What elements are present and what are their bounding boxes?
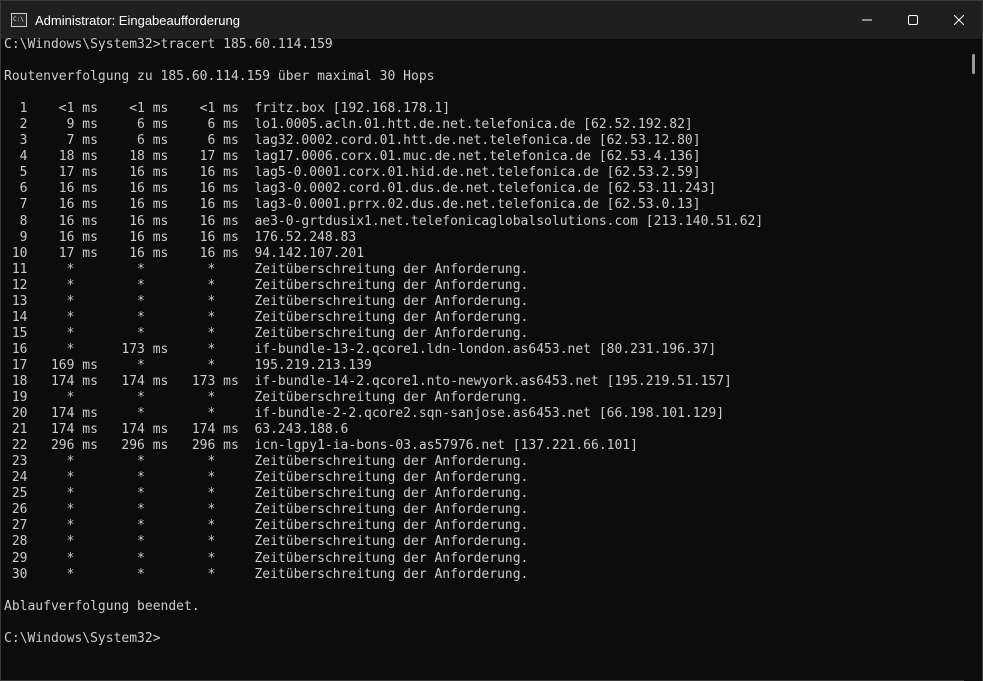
console-line: 6 16 ms 16 ms 16 ms lag3-0.0002.cord.01.… (4, 181, 717, 197)
console-line: 26 * * * Zeitüberschreitung der Anforder… (4, 502, 529, 518)
console-line: 30 * * * Zeitüberschreitung der Anforder… (4, 566, 529, 582)
console-line: 20 174 ms * * if-bundle-2-2.qcore2.sqn-s… (4, 406, 725, 422)
console-line: 21 174 ms 174 ms 174 ms 63.243.188.6 (4, 422, 349, 438)
close-icon (954, 15, 964, 25)
console-line: 11 * * * Zeitüberschreitung der Anforder… (4, 261, 529, 277)
console-line: Ablaufverfolgung beendet. (4, 598, 200, 614)
console-line: Routenverfolgung zu 185.60.114.159 über … (4, 69, 435, 85)
minimize-icon (862, 19, 872, 21)
console-line: 12 * * * Zeitüberschreitung der Anforder… (4, 277, 529, 293)
console-line: 23 * * * Zeitüberschreitung der Anforder… (4, 454, 529, 470)
console-line: 25 * * * Zeitüberschreitung der Anforder… (4, 486, 529, 502)
maximize-button[interactable] (890, 1, 936, 39)
title-bar[interactable]: Administrator: Eingabeaufforderung (1, 1, 982, 39)
console-line: 13 * * * Zeitüberschreitung der Anforder… (4, 293, 529, 309)
console-line: C:\Windows\System32>tracert 185.60.114.1… (4, 37, 333, 52)
console-line: 18 174 ms 174 ms 173 ms if-bundle-14-2.q… (4, 373, 732, 389)
console-line: 9 16 ms 16 ms 16 ms 176.52.248.83 (4, 229, 357, 245)
console-line: 29 * * * Zeitüberschreitung der Anforder… (4, 550, 529, 566)
console-line: 4 18 ms 18 ms 17 ms lag17.0006.corx.01.m… (4, 149, 701, 165)
console-line: 16 * 173 ms * if-bundle-13-2.qcore1.ldn-… (4, 341, 717, 357)
console-line: 22 296 ms 296 ms 296 ms icn-lgpy1-ia-bon… (4, 438, 638, 454)
console-line: 15 * * * Zeitüberschreitung der Anforder… (4, 325, 529, 341)
console-line: 8 16 ms 16 ms 16 ms ae3-0-grtdusix1.net.… (4, 213, 764, 229)
console-output[interactable]: C:\Windows\System32>tracert 185.60.114.1… (4, 37, 964, 677)
scrollbar-thumb[interactable] (972, 54, 975, 74)
cmd-icon[interactable] (11, 13, 27, 27)
console-line: 7 16 ms 16 ms 16 ms lag3-0.0001.prrx.02.… (4, 197, 701, 213)
console-line: 3 7 ms 6 ms 6 ms lag32.0002.cord.01.htt.… (4, 133, 701, 149)
console-line: 19 * * * Zeitüberschreitung der Anforder… (4, 390, 529, 406)
minimize-button[interactable] (844, 1, 890, 39)
scrollbar[interactable] (964, 39, 982, 681)
console-line: 24 * * * Zeitüberschreitung der Anforder… (4, 470, 529, 486)
console-line: 1 <1 ms <1 ms <1 ms fritz.box [192.168.1… (4, 101, 451, 117)
window-title: Administrator: Eingabeaufforderung (35, 12, 240, 28)
close-button[interactable] (936, 1, 982, 39)
console-line: 5 17 ms 16 ms 16 ms lag5-0.0001.corx.01.… (4, 165, 701, 181)
console-line: 10 17 ms 16 ms 16 ms 94.142.107.201 (4, 245, 365, 261)
console-line: 27 * * * Zeitüberschreitung der Anforder… (4, 518, 529, 534)
console-line: 2 9 ms 6 ms 6 ms lo1.0005.acln.01.htt.de… (4, 117, 693, 133)
maximize-icon (908, 15, 918, 25)
console-line: C:\Windows\System32> (4, 630, 161, 646)
console-line: 17 169 ms * * 195.219.213.139 (4, 357, 372, 373)
cmd-window: Administrator: Eingabeaufforderung C:\Wi… (0, 0, 983, 681)
window-controls (844, 1, 982, 39)
console-line: 28 * * * Zeitüberschreitung der Anforder… (4, 534, 529, 550)
console-line: 14 * * * Zeitüberschreitung der Anforder… (4, 309, 529, 325)
